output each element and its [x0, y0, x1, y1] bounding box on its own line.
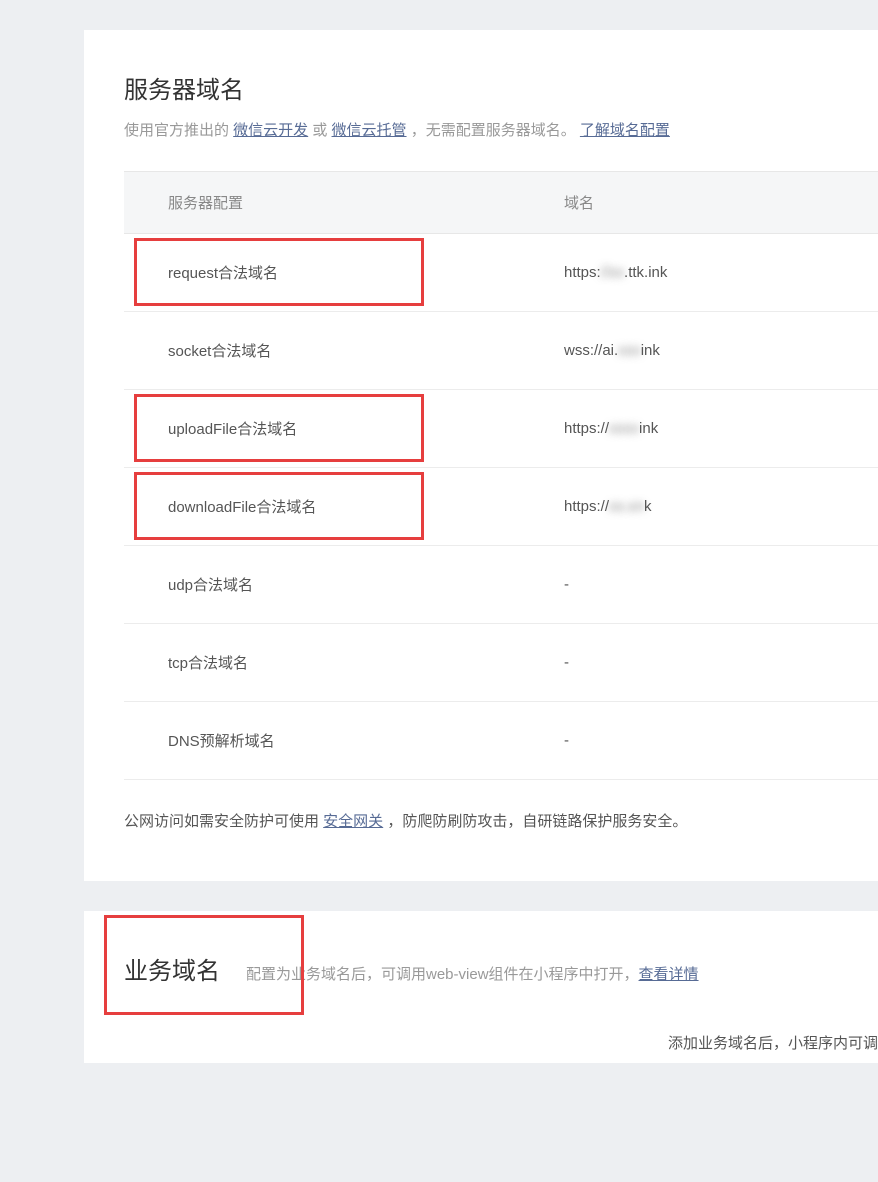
domain-value: wss://ai.xxxink: [564, 342, 878, 359]
section-subtitle: 使用官方推出的 微信云开发 或 微信云托管 ，无需配置服务器域名。 了解域名配置: [124, 119, 878, 143]
footnote: 公网访问如需安全防护可使用 安全网关 ，防爬防刷防攻击，自研链路保护服务安全。: [124, 810, 878, 831]
config-label: tcp合法域名: [124, 652, 564, 673]
section-title: 服务器域名: [124, 70, 878, 105]
business-domain-card: 业务域名 配置为业务域名后，可调用web-view组件在小程序中打开，查看详情 …: [84, 911, 878, 1063]
domain-value: -: [564, 576, 878, 593]
config-label: DNS预解析域名: [124, 730, 564, 751]
config-label: udp合法域名: [124, 574, 564, 595]
server-domain-card: 服务器域名 使用官方推出的 微信云开发 或 微信云托管 ，无需配置服务器域名。 …: [84, 30, 878, 881]
col-header-domain: 域名: [564, 192, 878, 213]
section2-subtitle: 配置为业务域名后，可调用web-view组件在小程序中打开，查看详情: [246, 963, 699, 984]
col-header-config: 服务器配置: [124, 192, 564, 213]
table-row: DNS预解析域名-: [124, 702, 878, 780]
config-label: uploadFile合法域名: [124, 418, 564, 439]
domain-value: https://xxxxink: [564, 420, 878, 437]
table-row: socket合法域名wss://ai.xxxink: [124, 312, 878, 390]
table-header: 服务器配置 域名: [124, 171, 878, 234]
table-row: tcp合法域名-: [124, 624, 878, 702]
link-view-details[interactable]: 查看详情: [639, 966, 699, 983]
table-row: udp合法域名-: [124, 546, 878, 624]
link-cloud-host[interactable]: 微信云托管: [332, 122, 407, 139]
domain-table: 服务器配置 域名 request合法域名https://xx.ttk.inkso…: [124, 171, 878, 780]
section2-note: 添加业务域名后，小程序内可调: [124, 1032, 878, 1053]
link-learn-config[interactable]: 了解域名配置: [580, 122, 670, 139]
table-row: request合法域名https://xx.ttk.ink: [124, 234, 878, 312]
domain-value: -: [564, 654, 878, 671]
table-row: uploadFile合法域名https://xxxxink: [124, 390, 878, 468]
link-security-gateway[interactable]: 安全网关: [323, 813, 383, 830]
config-label: downloadFile合法域名: [124, 496, 564, 517]
table-row: downloadFile合法域名https://xx.xnk: [124, 468, 878, 546]
domain-value: -: [564, 732, 878, 749]
config-label: socket合法域名: [124, 340, 564, 361]
section2-title: 业务域名: [124, 951, 220, 986]
domain-value: https://xx.xnk: [564, 498, 878, 515]
link-cloud-dev[interactable]: 微信云开发: [233, 122, 308, 139]
domain-value: https://xx.ttk.ink: [564, 264, 878, 281]
config-label: request合法域名: [124, 262, 564, 283]
